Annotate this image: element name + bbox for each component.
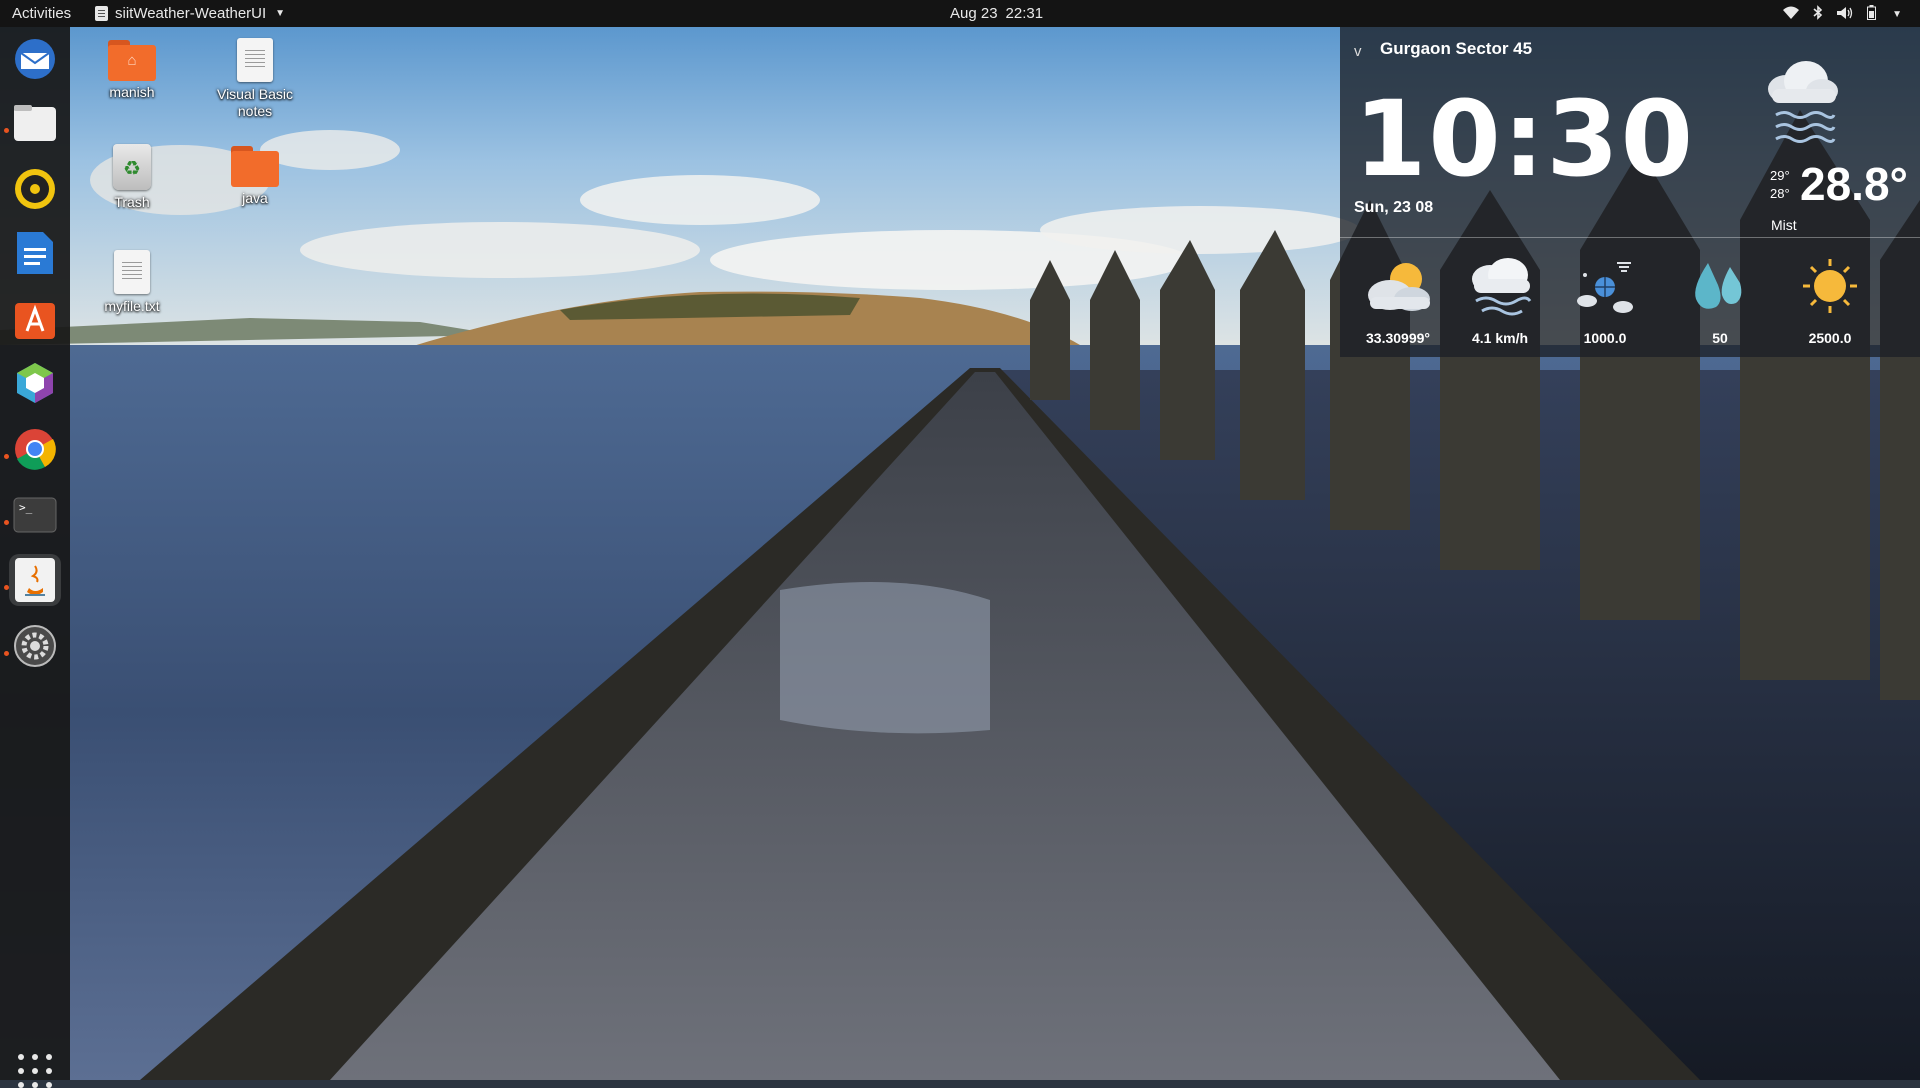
humidity-icon <box>1695 263 1742 309</box>
clock-time: 22:31 <box>1005 5 1044 22</box>
stat-value: 4.1 km/h <box>1471 330 1529 346</box>
weather-date: Sun, 23 08 <box>1354 199 1434 216</box>
dock-java[interactable] <box>9 554 61 606</box>
stat-visibility: 2500.0 <box>1780 255 1880 346</box>
weather-widget: v Gurgaon Sector 45 10:30 Sun, 23 08 29°… <box>1340 27 1920 357</box>
stat-pressure: 1000.0 <box>1555 255 1655 346</box>
weather-location: Gurgaon Sector 45 <box>1380 39 1533 58</box>
high-low-temp: 29° 28° <box>1770 167 1790 203</box>
pressure-icon <box>1577 262 1633 313</box>
stat-value: 2500.0 <box>1808 330 1852 346</box>
rhythmbox-icon <box>15 169 55 209</box>
show-applications-button[interactable] <box>18 1054 52 1088</box>
text-document-icon <box>237 38 273 82</box>
trash-icon: ♻ <box>113 144 151 190</box>
battery-icon[interactable] <box>1867 5 1877 24</box>
stat-value: 33.30999° <box>1366 330 1430 346</box>
clock-button[interactable]: Aug 23 22:31 <box>950 5 1043 22</box>
desktop-icon-label: manish <box>109 84 155 100</box>
system-tray[interactable]: ▼ <box>1783 5 1902 24</box>
dock-settings[interactable] <box>9 620 61 672</box>
code-icon <box>17 363 53 403</box>
chrome-icon <box>15 429 56 470</box>
desktop-icon-label: Trash <box>114 194 150 210</box>
dock-files[interactable] <box>9 97 61 149</box>
files-icon <box>14 105 56 141</box>
dock-terminal[interactable]: >_ <box>9 489 61 541</box>
wind-icon <box>1472 258 1532 316</box>
weather-description: Mist <box>1771 217 1797 233</box>
wifi-icon[interactable] <box>1783 6 1800 23</box>
text-document-icon <box>114 250 150 294</box>
desktop-icon-label: myfile.txt <box>104 298 160 314</box>
power-menu-chevron-icon[interactable]: ▼ <box>1892 9 1902 20</box>
dock-software[interactable] <box>9 293 61 345</box>
activities-button[interactable]: Activities <box>12 5 71 22</box>
writer-icon <box>17 232 53 274</box>
app-menu-icon <box>95 6 108 21</box>
bluetooth-icon[interactable] <box>1813 5 1823 24</box>
weather-clock: 10:30 <box>1354 78 1696 200</box>
dock-thunderbird[interactable] <box>9 33 61 85</box>
top-bar: Activities siitWeather-WeatherUI ▼ Aug 2… <box>0 0 1920 27</box>
app-menu-label: siitWeather-WeatherUI <box>115 5 267 22</box>
dock: >_ <box>0 27 70 1088</box>
software-icon <box>15 303 55 339</box>
home-folder-icon: ⌂ <box>108 40 156 81</box>
mist-cloud-icon <box>1768 61 1838 143</box>
svg-text:>_: >_ <box>19 501 33 514</box>
desktop-icon-home[interactable]: ⌂ manish <box>77 40 187 100</box>
desktop-icon-myfile[interactable]: myfile.txt <box>77 250 187 314</box>
desktop-icon-trash[interactable]: ♻ Trash <box>77 144 187 210</box>
desktop-icon-label: Visual Basic notes <box>216 86 293 119</box>
terminal-icon: >_ <box>13 497 57 533</box>
stat-value: 1000.0 <box>1583 330 1627 346</box>
stat-wind: 4.1 km/h <box>1450 255 1550 346</box>
java-icon <box>15 558 55 602</box>
widget-divider <box>1340 237 1920 238</box>
clock-date: Aug 23 <box>950 5 998 22</box>
dock-chrome[interactable] <box>9 423 61 475</box>
desktop-icon-java[interactable]: java <box>200 146 310 206</box>
folder-icon <box>231 146 279 187</box>
stat-humidity: 50 <box>1670 255 1770 346</box>
thunderbird-icon <box>15 39 55 79</box>
volume-icon[interactable] <box>1837 6 1853 24</box>
settings-icon <box>14 625 56 667</box>
stat-value: 50 <box>1712 330 1728 346</box>
desktop-icon-visual-basic-notes[interactable]: Visual Basic notes <box>200 38 310 120</box>
chevron-down-icon: ▼ <box>275 8 286 19</box>
collapse-toggle[interactable]: v <box>1354 43 1362 60</box>
dock-code[interactable] <box>9 357 61 409</box>
partly-sunny-icon <box>1368 263 1430 311</box>
dock-writer[interactable] <box>9 227 61 279</box>
current-temperature: 28.8° <box>1800 158 1908 210</box>
desktop-icon-label: java <box>242 190 268 206</box>
stat-feels-like: 33.30999° <box>1348 255 1448 346</box>
high-temp: 29° <box>1770 168 1790 183</box>
sun-icon <box>1803 259 1857 313</box>
low-temp: 28° <box>1770 186 1790 201</box>
app-menu[interactable]: siitWeather-WeatherUI ▼ <box>95 5 285 22</box>
dock-rhythmbox[interactable] <box>9 163 61 215</box>
